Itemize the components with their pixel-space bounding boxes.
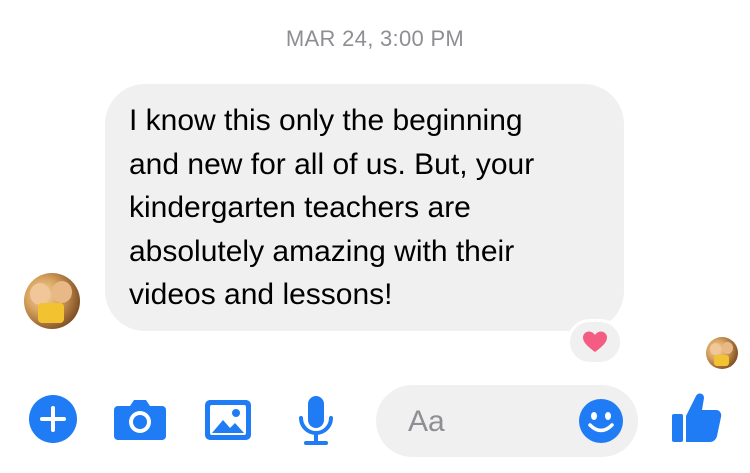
add-button[interactable] xyxy=(28,394,78,444)
microphone-icon xyxy=(299,396,333,445)
seen-avatar xyxy=(706,337,738,369)
camera-button[interactable] xyxy=(112,398,168,442)
message-thread: MAR 24, 3:00 PM I know this only the beg… xyxy=(0,0,750,473)
avatar-face xyxy=(710,343,721,355)
message-bubble[interactable]: I know this only the beginning and new f… xyxy=(105,84,624,331)
message-input-placeholder: Aa xyxy=(408,405,445,438)
message-line: kindergarten teachers are xyxy=(129,191,471,224)
emoji-button[interactable] xyxy=(578,398,624,449)
photo-icon xyxy=(205,400,251,440)
avatar-badge xyxy=(38,303,64,323)
add-icon xyxy=(29,395,77,443)
avatar-face xyxy=(30,283,50,305)
avatar-face xyxy=(722,342,733,354)
message-line: absolutely amazing with their xyxy=(129,234,515,268)
avatar-face xyxy=(52,281,72,303)
thumbs-up-icon xyxy=(672,393,722,442)
like-button[interactable] xyxy=(668,390,724,446)
message-reaction[interactable] xyxy=(567,319,623,365)
heart-icon xyxy=(583,331,607,352)
photo-button[interactable] xyxy=(203,398,253,442)
message-line: I know this only the beginning xyxy=(129,104,523,137)
sender-avatar[interactable] xyxy=(24,273,80,329)
message-timestamp: MAR 24, 3:00 PM xyxy=(285,26,465,51)
voice-button[interactable] xyxy=(296,394,336,448)
message-input[interactable]: Aa xyxy=(376,385,638,457)
message-line: videos and lessons! xyxy=(129,278,393,311)
camera-icon xyxy=(114,400,166,440)
message-line: and new for all of us. But, your xyxy=(129,147,535,181)
emoji-icon xyxy=(579,399,623,443)
avatar-badge xyxy=(714,355,729,366)
